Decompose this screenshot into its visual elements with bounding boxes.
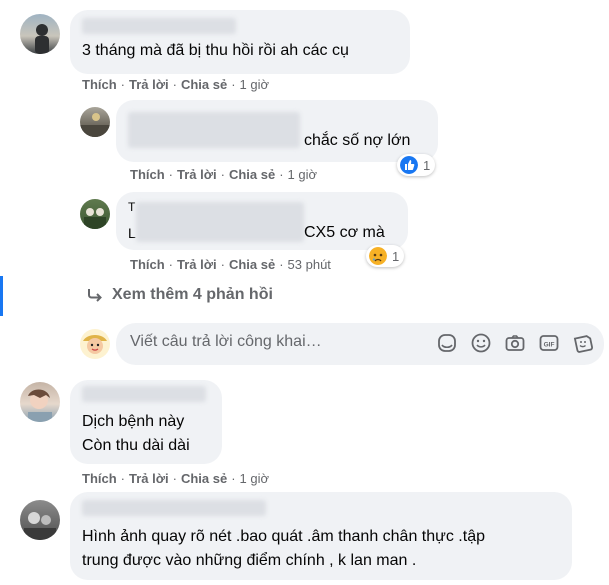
reply-text: CX5 cơ mà bbox=[304, 224, 385, 241]
avatar[interactable] bbox=[20, 14, 60, 54]
reply-actions: Thích · Trả lời · Chia sẻ · 53 phút bbox=[130, 257, 331, 272]
share-link[interactable]: Chia sẻ bbox=[181, 471, 227, 486]
comment-text-line: trung được vào những điểm chính , k lan … bbox=[82, 552, 417, 569]
avatar[interactable] bbox=[20, 500, 60, 540]
timestamp[interactable]: 53 phút bbox=[288, 257, 331, 272]
emoji-icon[interactable] bbox=[470, 332, 492, 354]
profile-photo-icon bbox=[28, 389, 52, 422]
sticker-icon[interactable] bbox=[436, 332, 458, 354]
like-link[interactable]: Thích bbox=[82, 471, 117, 486]
comment-text-line: Dịch bệnh này bbox=[82, 413, 185, 430]
blurred-prefix: T bbox=[128, 200, 136, 214]
reply-link[interactable]: Trả lời bbox=[129, 77, 169, 92]
view-more-replies-link[interactable]: Xem thêm 4 phản hồi bbox=[86, 286, 273, 304]
share-link[interactable]: Chia sẻ bbox=[229, 257, 275, 272]
reply-link[interactable]: Trả lời bbox=[129, 471, 169, 486]
like-link[interactable]: Thích bbox=[82, 77, 117, 92]
timestamp[interactable]: 1 giờ bbox=[288, 167, 318, 182]
reaction-count[interactable]: 1 bbox=[366, 245, 405, 267]
view-more-replies-label: Xem thêm 4 phản hồi bbox=[112, 286, 273, 303]
reply-link[interactable]: Trả lời bbox=[177, 257, 217, 272]
gif-icon[interactable]: GIF bbox=[538, 332, 560, 354]
group-photo-icon bbox=[84, 208, 106, 229]
blurred-author-name bbox=[136, 202, 304, 242]
comment-text-line: Hình ảnh quay rõ nét .bao quát .âm thanh… bbox=[82, 528, 485, 545]
camera-icon[interactable] bbox=[504, 332, 526, 354]
reply-arrow-icon bbox=[88, 289, 102, 302]
like-reaction-icon bbox=[400, 156, 418, 174]
blurred-author-name bbox=[82, 18, 236, 34]
comment-actions: Thích · Trả lời · Chia sẻ · 1 giờ bbox=[82, 77, 270, 92]
cartoon-avatar-icon bbox=[83, 335, 107, 354]
reply-input-field[interactable]: Viết câu trả lời công khai… GIF bbox=[116, 323, 604, 365]
like-link[interactable]: Thích bbox=[130, 167, 165, 182]
reply-actions: Thích · Trả lời · Chia sẻ · 1 giờ bbox=[130, 167, 318, 182]
scroll-indicator bbox=[0, 276, 3, 316]
landscape-photo-icon bbox=[80, 113, 110, 137]
reply-link[interactable]: Trả lời bbox=[177, 167, 217, 182]
comment-actions: Thích · Trả lời · Chia sẻ · 1 giờ bbox=[82, 471, 270, 486]
grayscale-photo-icon bbox=[24, 512, 56, 540]
avatar-sticker-icon[interactable] bbox=[572, 332, 594, 354]
sad-reaction-icon bbox=[369, 247, 387, 265]
share-link[interactable]: Chia sẻ bbox=[229, 167, 275, 182]
share-link[interactable]: Chia sẻ bbox=[181, 77, 227, 92]
blurred-author-name bbox=[128, 112, 300, 148]
reply-input-placeholder: Viết câu trả lời công khai… bbox=[130, 333, 322, 350]
blurred-author-name bbox=[82, 386, 206, 402]
reaction-count[interactable]: 1 bbox=[397, 154, 436, 176]
person-silhouette-icon bbox=[35, 24, 49, 54]
blurred-prefix: L bbox=[128, 225, 136, 241]
avatar[interactable] bbox=[20, 382, 60, 422]
reply-text: chắc số nợ lớn bbox=[304, 132, 411, 149]
timestamp[interactable]: 1 giờ bbox=[240, 77, 270, 92]
like-link[interactable]: Thích bbox=[130, 257, 165, 272]
blurred-author-name bbox=[82, 500, 266, 516]
timestamp[interactable]: 1 giờ bbox=[240, 471, 270, 486]
comment-text: 3 tháng mà đã bị thu hồi rồi ah các cụ bbox=[82, 42, 349, 59]
avatar[interactable] bbox=[80, 199, 110, 229]
current-user-avatar[interactable] bbox=[80, 329, 110, 359]
svg-text:GIF: GIF bbox=[544, 342, 555, 349]
avatar[interactable] bbox=[80, 107, 110, 137]
input-toolbar: GIF bbox=[436, 332, 594, 354]
comment-text-line: Còn thu dài dài bbox=[82, 437, 190, 454]
